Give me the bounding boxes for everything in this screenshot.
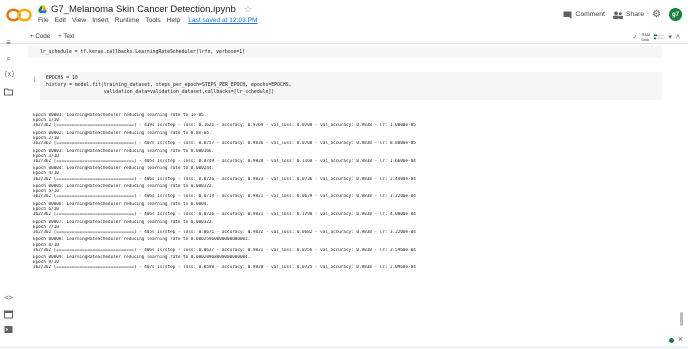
progress-line: 362/362 [==============================]…	[33, 123, 416, 129]
disk-label: Disk	[641, 37, 650, 42]
comment-icon	[563, 11, 572, 19]
scrollbar-thumb[interactable]	[680, 312, 683, 326]
vertical-scrollbar[interactable]	[678, 44, 684, 346]
add-text-button[interactable]: + Text	[58, 33, 75, 40]
code-line-validation: validation_data=validation_dataset,callb…	[46, 90, 275, 95]
progress-line: 362/362 [==============================]…	[33, 212, 416, 218]
code-icon[interactable]: <>	[4, 294, 13, 303]
output-epoch-5: Epoch 00005: LearningRateScheduler reduc…	[33, 184, 643, 199]
progress-line: 362/362 [==============================]…	[33, 140, 416, 146]
progress-line: 362/362 [==============================]…	[33, 229, 416, 235]
progress-line: 362/362 [==============================]…	[33, 176, 416, 182]
avatar[interactable]: g7	[669, 8, 682, 21]
comment-label: Comment	[575, 11, 605, 18]
drive-icon	[38, 5, 47, 14]
output-epoch-4: Epoch 00004: LearningRateScheduler reduc…	[33, 166, 643, 181]
menu-tools[interactable]: Tools	[145, 17, 160, 24]
output-epoch-3: Epoch 00003: LearningRateScheduler reduc…	[33, 149, 643, 164]
menu-runtime[interactable]: Runtime	[115, 17, 140, 24]
runtime-status[interactable]: ✓ RAM Disk ▾ ˄	[632, 32, 680, 42]
chevron-up-icon[interactable]: ˄	[676, 34, 680, 41]
chevron-down-icon[interactable]: ▾	[668, 33, 672, 41]
progress-line: 362/362 [==============================]…	[33, 194, 416, 200]
hamburger-icon[interactable]: ≡	[4, 38, 13, 47]
check-icon: ✓	[632, 34, 638, 41]
terminal-icon[interactable]	[4, 310, 13, 319]
code-line: lr_schedule = tf.keras.callbacks.Learnin…	[40, 50, 246, 55]
notebook-title[interactable]: G7_Melanoma Skin Cancer Detection.ipynb	[51, 4, 236, 15]
add-code-button[interactable]: + Code	[30, 33, 50, 40]
cell-output: Epoch 00001: LearningRateScheduler reduc…	[33, 113, 643, 273]
share-people-icon	[612, 10, 623, 19]
menu-edit[interactable]: Edit	[55, 17, 66, 24]
share-label: Share	[625, 11, 645, 18]
star-icon[interactable]: ☆	[244, 4, 252, 15]
menu-view[interactable]: View	[72, 17, 86, 24]
status-dot-icon	[669, 338, 674, 343]
progress-line: 362/362 [==============================]…	[33, 265, 416, 271]
search-icon[interactable]: ⌕	[4, 54, 13, 63]
insert-buttons: + Code + Text	[30, 33, 75, 40]
code-cell-lr-schedule[interactable]: lr_schedule = tf.keras.callbacks.Learnin…	[28, 46, 662, 58]
folder-icon[interactable]	[4, 87, 13, 96]
resource-bars-icon	[654, 34, 665, 40]
progress-line: 362/362 [==============================]…	[33, 158, 416, 164]
notebook-toolbar: + Code + Text ✓ RAM Disk ▾ ˄	[0, 31, 688, 44]
progress-line: 362/362 [==============================]…	[33, 247, 416, 253]
code-cell-model-fit[interactable]: EPOCHS = 10 history = model.fit(training…	[40, 72, 662, 100]
close-icon[interactable]: ✕	[678, 336, 683, 343]
gear-icon[interactable]: ⚙	[652, 9, 661, 20]
menu-file[interactable]: File	[38, 17, 49, 24]
comment-button[interactable]: Comment	[563, 11, 605, 19]
share-button[interactable]: Share	[612, 10, 645, 19]
output-epoch-2: Epoch 00002: LearningRateScheduler reduc…	[33, 131, 643, 146]
output-epoch-1: Epoch 00001: LearningRateScheduler reduc…	[33, 113, 643, 128]
title-row: G7_Melanoma Skin Cancer Detection.ipynb …	[38, 4, 252, 15]
menu-help[interactable]: Help	[167, 17, 181, 24]
menu-insert[interactable]: Insert	[92, 17, 109, 24]
output-epoch-7: Epoch 00007: LearningRateScheduler reduc…	[33, 220, 643, 235]
header-actions: Comment Share ⚙ g7	[563, 8, 682, 21]
code-line-fit: history = model.fit(training_dataset, st…	[46, 83, 292, 88]
colab-header: G7_Melanoma Skin Cancer Detection.ipynb …	[0, 0, 688, 31]
last-saved-link[interactable]: Last saved at 12:03 PM	[188, 17, 257, 24]
variables-icon[interactable]: {x}	[4, 70, 15, 79]
output-epoch-9: Epoch 00009: LearningRateScheduler reduc…	[33, 255, 643, 270]
output-epoch-6: Epoch 00006: LearningRateScheduler reduc…	[33, 202, 643, 217]
code-line-epochs: EPOCHS = 10	[46, 76, 78, 81]
ram-disk-indicator[interactable]: RAM Disk	[642, 32, 651, 42]
output-epoch-8: Epoch 00008: LearningRateScheduler reduc…	[33, 237, 643, 252]
menu-bar: File Edit View Insert Runtime Tools Help…	[38, 17, 258, 24]
colab-logo-icon[interactable]	[6, 8, 32, 22]
left-sidebar: ≡ ⌕ {x} <>	[0, 38, 18, 349]
terminal-panel-icon[interactable]	[4, 325, 13, 334]
